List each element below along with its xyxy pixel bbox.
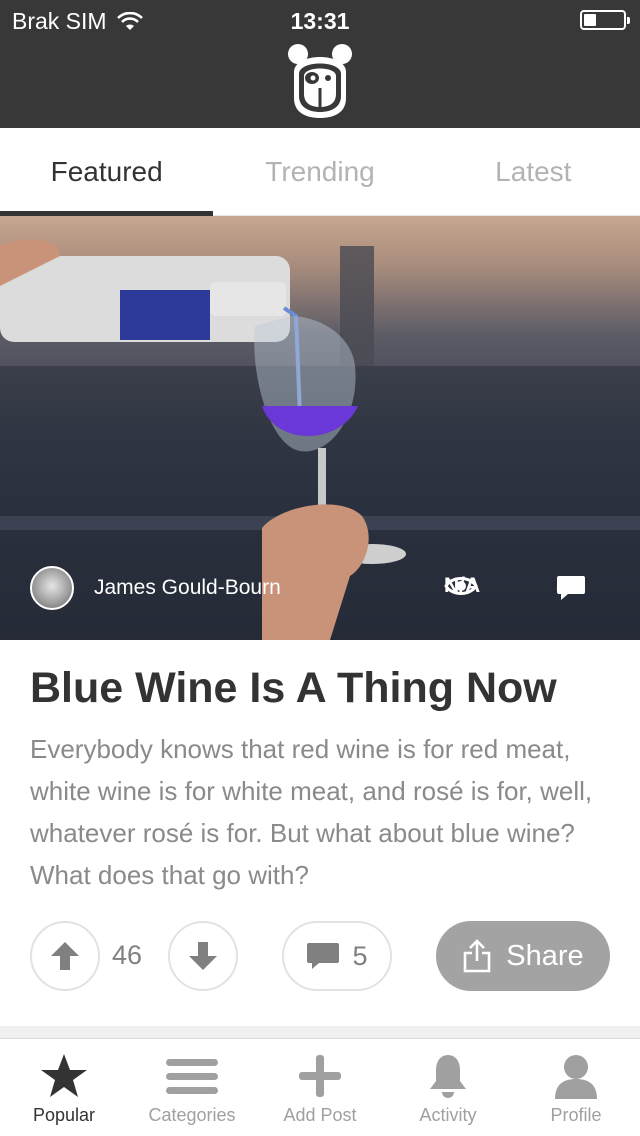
author-name[interactable]: James Gould-Bourn (94, 576, 281, 600)
tab-featured[interactable]: Featured (0, 128, 214, 216)
post-excerpt: Everybody knows that red wine is for red… (30, 734, 593, 890)
tab-latest[interactable]: Latest (427, 128, 640, 215)
post-image[interactable]: James Gould-Bourn N/A 5 (0, 216, 640, 640)
tabbar-label-activity: Activity (419, 1105, 477, 1125)
status-bar: Brak SIM 13:31 (0, 0, 640, 40)
bottom-tab-bar: Popular Categories Add Post Activity Pro… (0, 1038, 640, 1136)
tabbar-item-profile[interactable]: Profile (512, 1039, 640, 1136)
star-icon (41, 1054, 87, 1097)
views-stat: N/A (444, 574, 480, 598)
arrow-down-icon (189, 942, 217, 970)
section-divider (0, 1026, 640, 1038)
tabbar-item-popular[interactable]: Popular (0, 1039, 128, 1136)
tabbar-item-activity[interactable]: Activity (384, 1039, 512, 1136)
tabbar-item-categories[interactable]: Categories (128, 1039, 256, 1136)
app-header: Brak SIM 13:31 (0, 0, 640, 128)
plus-icon (299, 1055, 341, 1097)
bell-icon (430, 1055, 466, 1098)
vote-count: 46 (112, 940, 143, 970)
status-time: 13:31 (290, 8, 350, 34)
post-title[interactable]: Blue Wine Is A Thing Now (30, 664, 620, 713)
tabbar-label-popular: Popular (32, 1105, 96, 1125)
share-icon (463, 939, 491, 973)
tabbar-label-categories: Categories (148, 1105, 236, 1125)
feed-tabs: Featured Trending Latest (0, 128, 640, 216)
eye-icon (444, 577, 478, 595)
downvote-button[interactable] (168, 921, 238, 991)
tab-trending[interactable]: Trending (213, 128, 426, 215)
comment-icon (557, 576, 585, 600)
arrow-up-icon (51, 942, 79, 970)
panda-logo-icon[interactable] (286, 42, 354, 120)
tabbar-label-profile: Profile (550, 1105, 602, 1125)
tabbar-item-add-post[interactable]: Add Post (256, 1039, 384, 1136)
author-avatar[interactable] (30, 566, 74, 610)
tabbar-label-add-post: Add Post (283, 1105, 357, 1125)
share-label: Share (506, 939, 584, 972)
comments-stat: 5 (556, 574, 585, 600)
user-icon (555, 1055, 597, 1099)
share-button[interactable]: Share (436, 921, 610, 991)
battery-icon (580, 10, 630, 30)
comment-button-count: 5 (352, 940, 368, 971)
comments-button[interactable]: 5 (282, 921, 392, 991)
upvote-button[interactable] (30, 921, 100, 991)
menu-icon (166, 1059, 218, 1094)
comment-icon (307, 943, 340, 969)
